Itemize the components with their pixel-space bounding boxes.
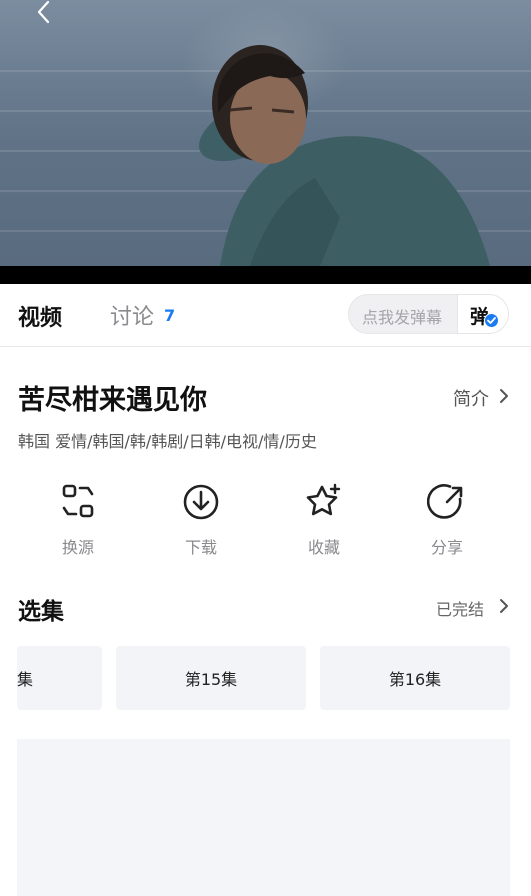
- show-title: 苦尽柑来遇见你: [18, 385, 207, 416]
- download-icon: [183, 484, 219, 520]
- chevron-right-icon[interactable]: [498, 598, 510, 614]
- chevron-right-icon[interactable]: [498, 388, 510, 404]
- intro-link[interactable]: 简介: [453, 385, 489, 411]
- danmu-placeholder: 点我发弹幕: [362, 308, 443, 327]
- action-label: 收藏: [307, 538, 340, 557]
- tab-video[interactable]: 视频: [18, 300, 62, 332]
- action-label: 分享: [430, 538, 463, 557]
- episodes-heading: 选集: [18, 599, 64, 625]
- show-tags: 韩国 爱情/韩国/韩/韩剧/日韩/电视/情/历史: [18, 432, 317, 451]
- share-icon: [427, 484, 463, 519]
- episode-card[interactable]: 第16集: [320, 646, 510, 710]
- video-player[interactable]: [0, 0, 531, 284]
- episode-card[interactable]: 集: [17, 646, 102, 710]
- star-icon: [306, 483, 341, 516]
- switch-source-icon: [62, 484, 94, 518]
- tab-discuss[interactable]: 讨论: [110, 299, 154, 331]
- video-still-figure: [198, 45, 490, 266]
- discuss-count-badge: 7: [164, 306, 176, 325]
- episode-label: 第15集: [184, 670, 238, 689]
- episode-label: 第16集: [388, 670, 442, 689]
- detail-tab-bar: 视频 讨论 7 点我发弹幕 弹: [0, 284, 531, 347]
- content-placeholder: [17, 739, 510, 896]
- video-frame: [0, 0, 531, 266]
- back-arrow-icon[interactable]: [30, 0, 58, 28]
- favorite-button[interactable]: 收藏: [284, 482, 364, 557]
- danmu-input[interactable]: 点我发弹幕 弹: [348, 294, 509, 334]
- check-icon: [484, 313, 499, 328]
- danmu-toggle-button[interactable]: 弹: [457, 295, 508, 333]
- download-button[interactable]: 下载: [161, 482, 241, 557]
- episode-label: 集: [17, 670, 34, 689]
- action-label: 下载: [184, 538, 217, 557]
- episode-card[interactable]: 第15集: [116, 646, 306, 710]
- switch-source-button[interactable]: 换源: [38, 482, 118, 557]
- episodes-status-link[interactable]: 已完结: [436, 596, 484, 620]
- share-button[interactable]: 分享: [407, 482, 487, 557]
- action-label: 换源: [61, 538, 94, 557]
